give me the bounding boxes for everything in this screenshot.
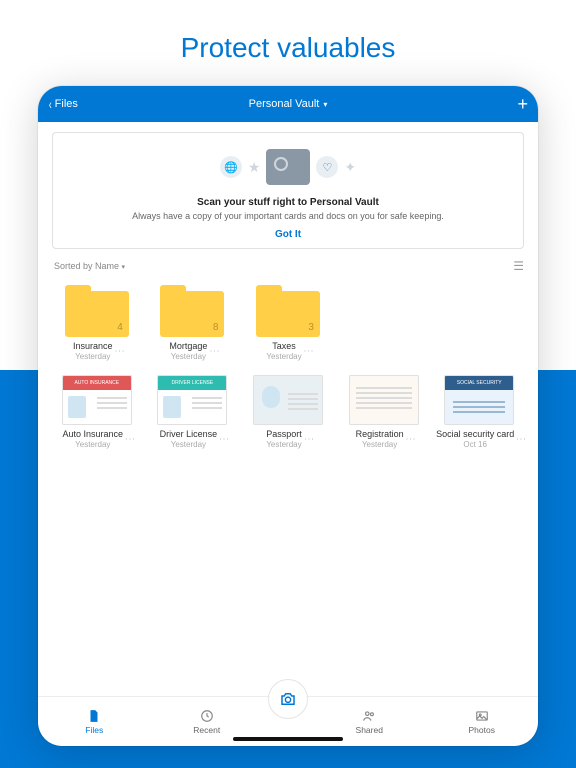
file-icon	[85, 709, 103, 723]
nav-title-button[interactable]: Personal Vault ▾	[128, 98, 448, 110]
sort-label: Sorted by Name	[54, 261, 119, 271]
item-date: Yesterday	[169, 352, 207, 361]
item-name: Taxes	[266, 341, 301, 351]
folder-icon: 4	[65, 291, 129, 337]
banner-illustration: 🌐 ★ ♡ ✦	[69, 143, 507, 191]
file-item[interactable]: RegistrationYesterday ⋮	[339, 369, 429, 449]
more-icon[interactable]: ⋮	[211, 346, 215, 356]
clock-icon	[198, 709, 216, 723]
more-icon[interactable]: ⋮	[221, 434, 225, 444]
document-icon	[349, 375, 419, 425]
back-label: Files	[55, 98, 78, 110]
items-grid: 4 InsuranceYesterday⋮ 8 MortgageYesterda…	[52, 281, 524, 449]
tab-shared[interactable]: Shared	[313, 709, 426, 735]
folder-item[interactable]: 8 MortgageYesterday ⋮	[148, 281, 238, 361]
folder-count: 3	[308, 322, 314, 333]
chevron-down-icon: ▾	[122, 264, 126, 271]
globe-icon: 🌐	[220, 156, 242, 178]
folder-icon: 8	[160, 291, 224, 337]
sort-row: Sorted by Name ▾ ☰	[54, 259, 522, 273]
banner-cta-button[interactable]: Got It	[69, 229, 507, 240]
heart-icon: ♡	[316, 156, 338, 178]
folder-icon: 3	[256, 291, 320, 337]
tab-files[interactable]: Files	[38, 709, 151, 735]
item-name: Insurance	[73, 341, 113, 351]
file-item[interactable]: SOCIAL SECURITY Social security cardOct …	[434, 369, 524, 449]
folder-count: 8	[213, 322, 219, 333]
tab-label: Recent	[193, 725, 220, 735]
back-button[interactable]: ‹ Files	[48, 96, 128, 112]
file-item[interactable]: PassportYesterday ⋮	[243, 369, 333, 449]
more-icon[interactable]: ⋮	[306, 434, 310, 444]
item-name: Auto Insurance	[63, 429, 124, 439]
nav-title-label: Personal Vault	[249, 98, 320, 110]
item-name: Passport	[266, 429, 302, 439]
view-options-icon[interactable]: ☰	[513, 259, 522, 273]
card-icon: SOCIAL SECURITY	[444, 375, 514, 425]
folder-count: 4	[117, 322, 123, 333]
item-date: Yesterday	[160, 440, 218, 449]
item-date: Oct 16	[436, 440, 514, 449]
camera-icon	[279, 690, 297, 708]
more-icon[interactable]: ⋮	[518, 434, 522, 444]
tab-label: Photos	[469, 725, 495, 735]
item-date: Yesterday	[266, 440, 302, 449]
tablet-frame: ‹ Files Personal Vault ▾ + 🌐 ★ ♡ ✦ Scan …	[38, 86, 538, 746]
image-icon	[473, 709, 491, 723]
star-icon: ★	[248, 159, 261, 176]
safe-icon	[266, 149, 310, 185]
banner-subtext: Always have a copy of your important car…	[69, 211, 507, 221]
more-icon[interactable]: ⋮	[127, 434, 131, 444]
chevron-left-icon: ‹	[49, 96, 52, 112]
sort-button[interactable]: Sorted by Name ▾	[54, 261, 125, 271]
more-icon[interactable]: ⋮	[408, 434, 412, 444]
item-date: Yesterday	[73, 352, 113, 361]
navbar: ‹ Files Personal Vault ▾ +	[38, 86, 538, 122]
item-name: Mortgage	[169, 341, 207, 351]
content-area: 🌐 ★ ♡ ✦ Scan your stuff right to Persona…	[38, 122, 538, 696]
item-name: Driver License	[160, 429, 218, 439]
tab-label: Shared	[356, 725, 383, 735]
add-button[interactable]: +	[448, 94, 528, 115]
more-icon[interactable]: ⋮	[117, 346, 121, 356]
camera-button[interactable]	[268, 679, 308, 719]
promo-banner: 🌐 ★ ♡ ✦ Scan your stuff right to Persona…	[52, 132, 524, 249]
item-date: Yesterday	[356, 440, 404, 449]
folder-item[interactable]: 3 TaxesYesterday ⋮	[243, 281, 333, 361]
home-indicator	[233, 737, 343, 741]
banner-heading: Scan your stuff right to Personal Vault	[69, 197, 507, 208]
tab-recent[interactable]: Recent	[151, 709, 264, 735]
passport-icon	[253, 375, 323, 425]
card-icon: DRIVER LICENSE	[157, 375, 227, 425]
chevron-down-icon: ▾	[323, 100, 327, 109]
file-item[interactable]: AUTO INSURANCE Auto InsuranceYesterday⋮	[52, 369, 142, 449]
item-date: Yesterday	[63, 440, 124, 449]
tab-label: Files	[85, 725, 103, 735]
item-name: Social security card	[436, 429, 514, 439]
more-icon[interactable]: ⋮	[306, 346, 310, 356]
people-icon	[360, 709, 378, 723]
item-name: Registration	[356, 429, 404, 439]
star-icon: ✦	[344, 159, 356, 176]
tab-photos[interactable]: Photos	[426, 709, 539, 735]
folder-item[interactable]: 4 InsuranceYesterday ⋮	[52, 281, 142, 361]
card-icon: AUTO INSURANCE	[62, 375, 132, 425]
hero-title: Protect valuables	[0, 0, 576, 64]
file-item[interactable]: DRIVER LICENSE Driver LicenseYesterday⋮	[148, 369, 238, 449]
item-date: Yesterday	[266, 352, 301, 361]
